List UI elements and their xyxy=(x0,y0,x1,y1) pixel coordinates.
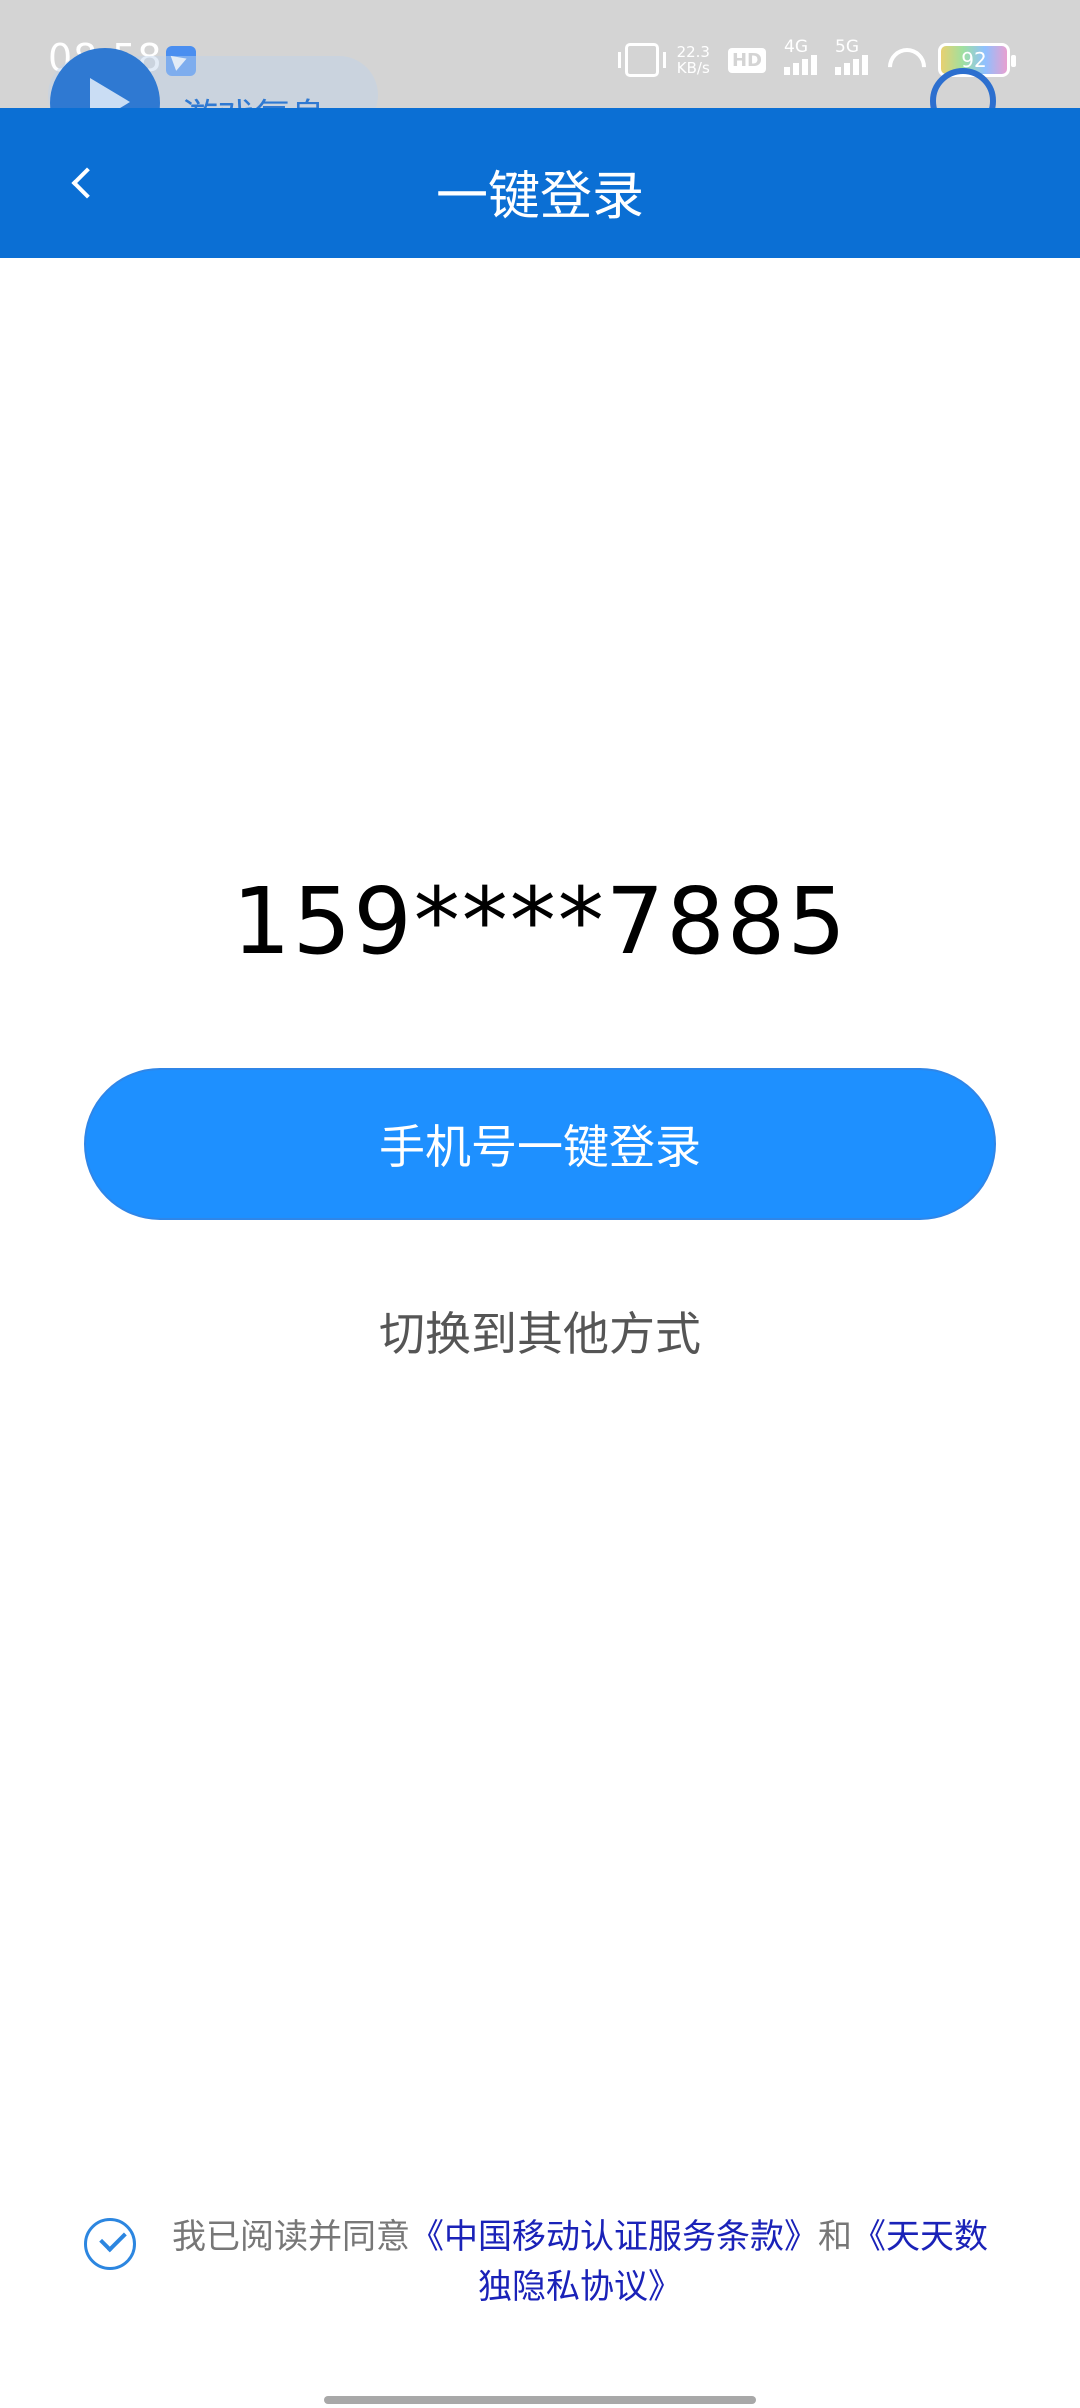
signal-4g-label: 4G xyxy=(784,37,808,57)
agreement-checkbox[interactable] xyxy=(84,2218,136,2270)
signal-4g-icon: 4G xyxy=(784,37,817,75)
network-speed: 22.3 KB/s xyxy=(677,44,710,76)
wifi-icon xyxy=(886,46,920,74)
home-indicator[interactable] xyxy=(324,2396,756,2404)
agreement-prefix: 我已阅读并同意 xyxy=(172,2217,410,2257)
masked-phone-number: 159****7885 xyxy=(232,868,848,975)
hd-icon: HD xyxy=(727,47,766,73)
signal-5g-icon: 5G xyxy=(835,37,868,75)
agreement-text: 我已阅读并同意《中国移动认证服务条款》和《天天数独隐私协议》 xyxy=(160,2212,1000,2312)
terms-link[interactable]: 《中国移动认证服务条款》 xyxy=(410,2217,818,2257)
signal-5g-label: 5G xyxy=(835,37,859,57)
switch-login-method-link[interactable]: 切换到其他方式 xyxy=(0,1298,1080,1364)
page-title: 一键登录 xyxy=(435,167,644,227)
network-speed-value: 22.3 xyxy=(676,43,710,61)
network-speed-unit: KB/s xyxy=(676,59,710,77)
agreement-conjunction: 和 xyxy=(818,2217,852,2257)
vibrate-icon xyxy=(617,43,666,77)
one-click-login-button[interactable]: 手机号一键登录 xyxy=(84,1068,996,1220)
app-header: 一键登录 xyxy=(0,108,1080,258)
